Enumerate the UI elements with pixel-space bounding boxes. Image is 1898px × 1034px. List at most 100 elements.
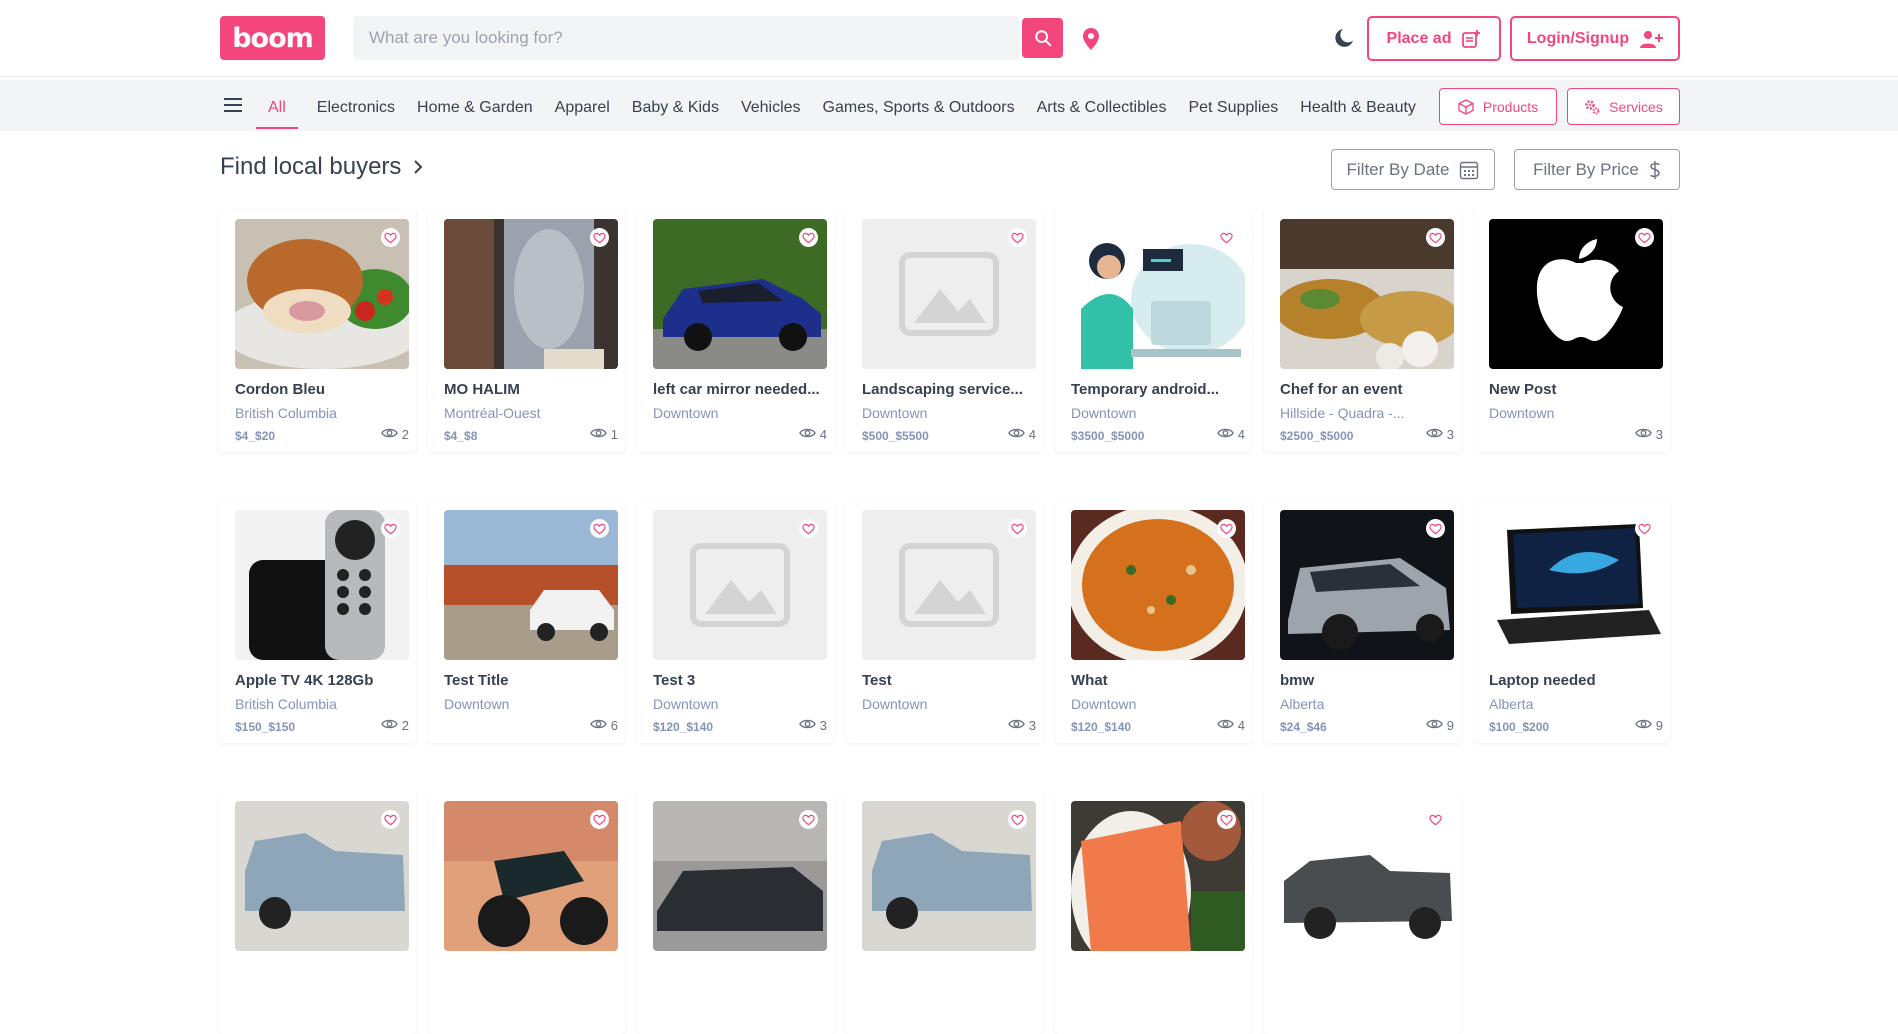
view-count-number: 6 [610,718,618,733]
category-tab-vehicles[interactable]: Vehicles [730,82,812,129]
favorite-heart-icon[interactable] [1217,519,1236,538]
listing-image[interactable] [444,219,618,369]
location-pin-icon[interactable] [1080,26,1102,52]
listing-card[interactable]: Chef for an event Hillside - Quadra -... $… [1264,209,1461,452]
listing-card[interactable] [637,791,834,1034]
box-icon [1458,98,1474,115]
listing-card[interactable]: Test Downtown 3 [846,500,1043,743]
listing-title[interactable]: Cordon Bleu [235,381,409,398]
listing-image[interactable] [1489,510,1663,660]
favorite-heart-icon[interactable] [1426,228,1445,247]
listing-image[interactable] [1071,510,1245,660]
favorite-heart-icon[interactable] [381,810,400,829]
section-title-link[interactable]: Find local buyers [220,153,423,181]
category-tab-games-sports[interactable]: Games, Sports & Outdoors [812,82,1026,129]
listing-card[interactable]: Temporary android... Downtown $3500_$5000 4 [1055,209,1252,452]
favorite-heart-icon[interactable] [381,228,400,247]
category-tab-baby-kids[interactable]: Baby & Kids [621,82,730,129]
listing-image[interactable] [1071,801,1245,951]
listing-card[interactable]: Laptop needed Alberta $100_$200 9 [1473,500,1670,743]
listing-card[interactable] [846,791,1043,1034]
listing-image[interactable] [653,510,827,660]
listing-image[interactable] [1489,219,1663,369]
favorite-heart-icon[interactable] [381,519,400,538]
listing-title[interactable]: Test Title [444,672,618,689]
listing-image[interactable] [1071,219,1245,369]
dark-mode-moon-icon[interactable] [1333,26,1357,50]
category-tab-apparel[interactable]: Apparel [544,82,621,129]
listing-title[interactable]: What [1071,672,1245,689]
favorite-heart-icon[interactable] [1008,228,1027,247]
favorite-heart-icon[interactable] [590,810,609,829]
listing-card[interactable]: bmw Alberta $24_$46 9 [1264,500,1461,743]
favorite-heart-icon[interactable] [1008,810,1027,829]
boom-logo[interactable]: boom [220,16,325,60]
favorite-heart-icon[interactable] [799,519,818,538]
menu-hamburger-icon[interactable] [224,98,242,112]
listing-card[interactable] [1055,791,1252,1034]
listing-title[interactable]: MO HALIM [444,381,618,398]
services-toggle-button[interactable]: Services [1567,88,1680,125]
category-tab-pet-supplies[interactable]: Pet Supplies [1177,82,1289,129]
favorite-heart-icon[interactable] [1635,519,1654,538]
listing-image[interactable] [444,510,618,660]
listing-title[interactable]: Apple TV 4K 128Gb [235,672,409,689]
products-toggle-button[interactable]: Products [1439,88,1557,125]
listing-image[interactable] [862,801,1036,951]
favorite-heart-icon[interactable] [1635,228,1654,247]
listing-card[interactable]: Test 3 Downtown $120_$140 3 [637,500,834,743]
listing-image[interactable] [444,801,618,951]
category-tab-health-beauty[interactable]: Health & Beauty [1289,82,1427,129]
listing-card[interactable] [1264,791,1461,1034]
listing-image[interactable] [235,510,409,660]
favorite-heart-icon[interactable] [1217,810,1236,829]
listing-card[interactable]: New Post Downtown 3 [1473,209,1670,452]
place-ad-button[interactable]: Place ad [1367,16,1501,61]
listing-title[interactable]: Laptop needed [1489,672,1663,689]
search-input[interactable] [353,16,1021,60]
favorite-heart-icon[interactable] [1217,228,1236,247]
listing-title[interactable]: Temporary android... [1071,381,1245,398]
listing-image[interactable] [653,219,827,369]
eye-icon [1216,718,1234,733]
listing-image[interactable] [235,801,409,951]
category-tab-all[interactable]: All [256,82,298,129]
listing-image[interactable] [1280,801,1454,951]
listing-title[interactable]: New Post [1489,381,1663,398]
listing-image[interactable] [1280,219,1454,369]
listing-title[interactable]: Chef for an event [1280,381,1454,398]
listing-image[interactable] [235,219,409,369]
favorite-heart-icon[interactable] [799,810,818,829]
favorite-heart-icon[interactable] [1426,810,1445,829]
listing-card[interactable] [219,791,416,1034]
listing-title[interactable]: Test 3 [653,672,827,689]
listing-title[interactable]: Test [862,672,1036,689]
search-button[interactable] [1022,18,1063,58]
category-tab-home-garden[interactable]: Home & Garden [406,82,544,129]
listing-card[interactable]: Test Title Downtown 6 [428,500,625,743]
filter-by-date-button[interactable]: Filter By Date [1331,149,1495,190]
favorite-heart-icon[interactable] [590,228,609,247]
listing-card[interactable]: Apple TV 4K 128Gb British Columbia $150_$1… [219,500,416,743]
listing-image[interactable] [862,219,1036,369]
listing-image[interactable] [653,801,827,951]
listing-title[interactable]: bmw [1280,672,1454,689]
listing-card[interactable]: MO HALIM Montréal-Ouest $4_$8 1 [428,209,625,452]
login-signup-button[interactable]: Login/Signup [1510,16,1680,61]
favorite-heart-icon[interactable] [799,228,818,247]
listing-card[interactable]: Landscaping service... Downtown $500_$5500… [846,209,1043,452]
filter-by-price-button[interactable]: Filter By Price [1514,149,1680,190]
favorite-heart-icon[interactable] [1426,519,1445,538]
listing-title[interactable]: left car mirror needed... [653,381,827,398]
favorite-heart-icon[interactable] [590,519,609,538]
listing-card[interactable] [428,791,625,1034]
listing-card[interactable]: left car mirror needed... Downtown 4 [637,209,834,452]
listing-title[interactable]: Landscaping service... [862,381,1036,398]
listing-card[interactable]: What Downtown $120_$140 4 [1055,500,1252,743]
category-tab-electronics[interactable]: Electronics [306,82,406,129]
listing-image[interactable] [862,510,1036,660]
favorite-heart-icon[interactable] [1008,519,1027,538]
category-tab-arts[interactable]: Arts & Collectibles [1026,82,1178,129]
listing-card[interactable]: Cordon Bleu British Columbia $4_$20 2 [219,209,416,452]
listing-image[interactable] [1280,510,1454,660]
